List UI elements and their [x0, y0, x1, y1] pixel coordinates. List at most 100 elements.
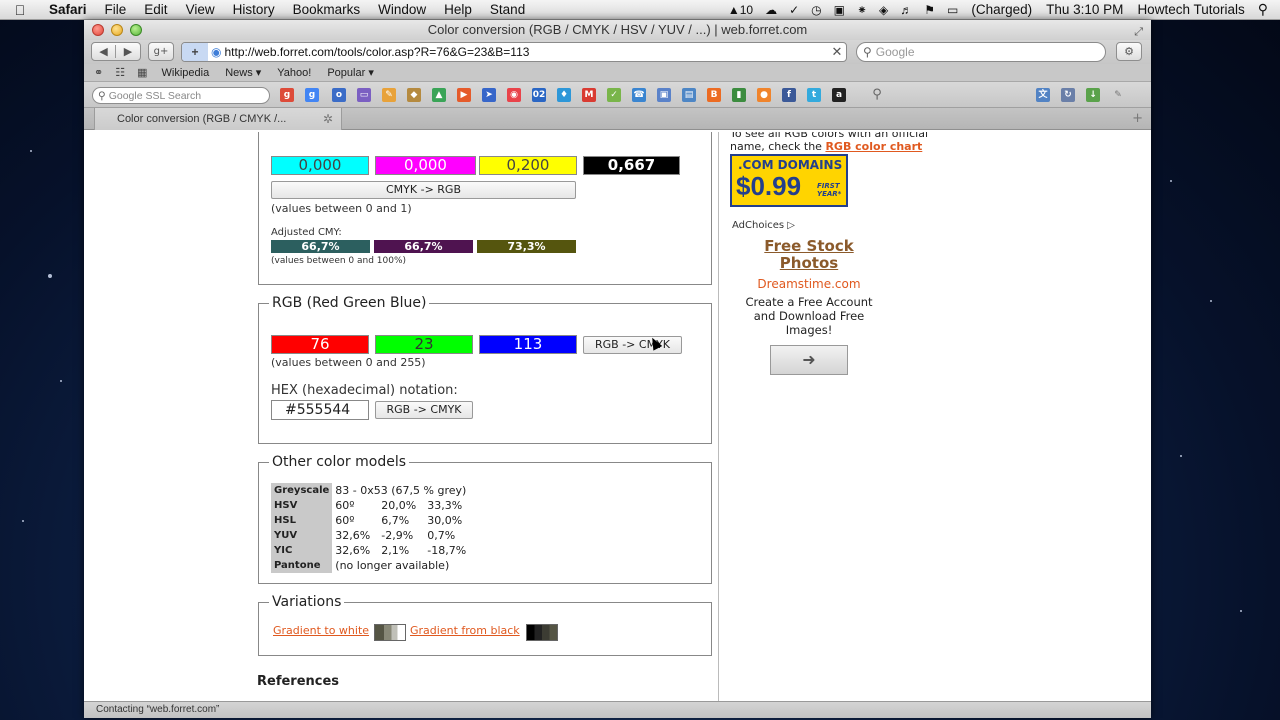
- bookmark-news[interactable]: News ▾: [217, 66, 269, 79]
- menu-edit[interactable]: Edit: [135, 2, 176, 17]
- camera-extension-icon[interactable]: o: [332, 88, 346, 102]
- amazon-icon[interactable]: a: [832, 88, 846, 102]
- screen-extension-icon[interactable]: ▭: [357, 88, 371, 102]
- check-extension-icon[interactable]: ✓: [607, 88, 621, 102]
- blogger-extension-icon[interactable]: B: [707, 88, 721, 102]
- book-icon[interactable]: ☷: [109, 66, 131, 79]
- stats-extension-icon[interactable]: ▮: [732, 88, 746, 102]
- forward-button[interactable]: ▶: [116, 45, 140, 58]
- stop-loading-icon[interactable]: ✕: [828, 44, 846, 60]
- search-icon[interactable]: ⚲: [870, 88, 884, 102]
- google-extension-icon[interactable]: g: [305, 88, 319, 102]
- window-title: Color conversion (RGB / CMYK / HSV / YUV…: [427, 22, 808, 37]
- twitter-icon[interactable]: t: [807, 88, 821, 102]
- menu-clock[interactable]: Thu 3:10 PM: [1039, 2, 1130, 17]
- adchoices-link[interactable]: AdChoices ▷: [732, 220, 795, 231]
- hex-field[interactable]: #555544: [271, 400, 369, 420]
- rgb-color-chart-link[interactable]: RGB color chart: [825, 140, 922, 153]
- dreamstime-link[interactable]: Dreamstime.com: [734, 277, 884, 291]
- cloud-icon[interactable]: ☁: [759, 3, 783, 17]
- cmyk-to-rgb-button[interactable]: CMYK -> RGB: [271, 181, 576, 199]
- arrow-extension-icon[interactable]: ➤: [482, 88, 496, 102]
- cyan-field[interactable]: 0,000: [271, 156, 369, 175]
- gradient-to-white-swatch[interactable]: [374, 624, 406, 641]
- menu-window[interactable]: Window: [369, 2, 435, 17]
- black-field[interactable]: 0,667: [583, 156, 680, 175]
- spotlight-search-icon[interactable]: ⚲: [1252, 1, 1280, 18]
- save-extension-icon[interactable]: ▤: [682, 88, 696, 102]
- rgb-to-cmyk-button[interactable]: RGB -> CMYK: [583, 336, 682, 354]
- gear-icon[interactable]: ⚙: [1116, 42, 1142, 61]
- menu-view[interactable]: View: [177, 2, 224, 17]
- chat-extension-icon[interactable]: ●: [757, 88, 771, 102]
- menu-stand[interactable]: Stand: [481, 2, 534, 17]
- domains-ad-banner[interactable]: .COM DOMAINS $0.99 FIRST YEAR*: [730, 154, 848, 207]
- gmail-extension-icon[interactable]: M: [582, 88, 596, 102]
- bookmark-yahoo[interactable]: Yahoo!: [269, 67, 319, 79]
- tab-color-conversion[interactable]: Color conversion (RGB / CMYK /... ✲: [94, 108, 342, 130]
- address-bar[interactable]: + ◉ http://web.forret.com/tools/color.as…: [181, 42, 847, 62]
- red-field[interactable]: 76: [271, 335, 369, 354]
- menu-file[interactable]: File: [96, 2, 136, 17]
- refresh-extension-icon[interactable]: ↻: [1061, 88, 1075, 102]
- bookmark-wikipedia[interactable]: Wikipedia: [154, 67, 218, 79]
- video-extension-icon[interactable]: ▶: [457, 88, 471, 102]
- hex-convert-button[interactable]: RGB -> CMYK: [375, 401, 473, 419]
- display-icon[interactable]: ▣: [828, 3, 851, 17]
- menu-bookmarks[interactable]: Bookmarks: [284, 2, 370, 17]
- battery-icon[interactable]: ▭: [941, 3, 964, 17]
- ad-arrow-button[interactable]: ➜: [770, 345, 848, 375]
- wifi-icon[interactable]: ◈: [873, 3, 894, 17]
- apple-menu-icon[interactable]: : [0, 2, 40, 18]
- phone-extension-icon[interactable]: ☎: [632, 88, 646, 102]
- magenta-field[interactable]: 0,000: [375, 156, 476, 175]
- bluetooth-icon[interactable]: ⁕: [851, 3, 873, 17]
- globe-icon: ◉: [211, 45, 222, 59]
- calendar-extension-icon[interactable]: 02: [532, 88, 546, 102]
- background-star: [1210, 300, 1212, 302]
- gradient-to-white-link[interactable]: Gradient to white: [273, 624, 369, 637]
- menu-help[interactable]: Help: [435, 2, 481, 17]
- tag-extension-icon[interactable]: ◆: [407, 88, 421, 102]
- bookmark-popular[interactable]: Popular ▾: [319, 66, 382, 79]
- sidebar-intro-line1: To see all RGB colors with an official: [730, 132, 929, 140]
- notes-extension-icon[interactable]: ✎: [382, 88, 396, 102]
- chrome-extension-icon[interactable]: ◉: [507, 88, 521, 102]
- ssl-search-input[interactable]: ⚲ Google SSL Search: [92, 87, 270, 104]
- new-tab-button[interactable]: +: [1132, 111, 1143, 126]
- gradient-from-black-swatch[interactable]: [526, 624, 558, 641]
- volume-icon[interactable]: ♬: [894, 3, 918, 17]
- facebook-icon[interactable]: f: [782, 88, 796, 102]
- menu-app-name[interactable]: Safari: [40, 2, 96, 17]
- fullscreen-icon[interactable]: ⤢: [1134, 22, 1143, 42]
- green-field[interactable]: 23: [375, 335, 473, 354]
- google-plus-button[interactable]: g+: [148, 42, 174, 61]
- image-extension-icon[interactable]: ▲: [432, 88, 446, 102]
- back-button[interactable]: ◀: [92, 45, 117, 58]
- top-sites-icon[interactable]: ▦: [131, 66, 153, 79]
- drop-extension-icon[interactable]: ♦: [557, 88, 571, 102]
- url-text[interactable]: http://web.forret.com/tools/color.asp?R=…: [224, 45, 828, 59]
- add-bookmark-icon[interactable]: +: [182, 43, 208, 61]
- zoom-window-button[interactable]: [130, 24, 142, 36]
- yellow-field[interactable]: 0,200: [479, 156, 577, 175]
- adjusted-range-note: (values between 0 and 100%): [271, 256, 407, 266]
- time-machine-icon[interactable]: ◷: [805, 3, 827, 17]
- close-window-button[interactable]: [92, 24, 104, 36]
- gradient-from-black-link[interactable]: Gradient from black: [410, 624, 520, 637]
- blue-field[interactable]: 113: [479, 335, 577, 354]
- search-input[interactable]: ⚲ Google: [856, 42, 1106, 62]
- checkmark-icon[interactable]: ✓: [783, 3, 805, 17]
- minimize-window-button[interactable]: [111, 24, 123, 36]
- free-stock-photos-link[interactable]: Free Stock Photos: [734, 238, 884, 272]
- download-extension-icon[interactable]: ↓: [1086, 88, 1100, 102]
- translate-extension-icon[interactable]: 文: [1036, 88, 1050, 102]
- adobe-icon[interactable]: ▲10: [722, 3, 759, 17]
- wrench-icon[interactable]: ✎: [1111, 88, 1125, 102]
- flag-icon[interactable]: ⚑: [918, 3, 941, 17]
- window-extension-icon[interactable]: ▣: [657, 88, 671, 102]
- google-plus-extension-icon[interactable]: g: [280, 88, 294, 102]
- menu-history[interactable]: History: [224, 2, 284, 17]
- reading-list-icon[interactable]: ⚭: [84, 66, 109, 79]
- menu-user[interactable]: Howtech Tutorials: [1130, 2, 1251, 17]
